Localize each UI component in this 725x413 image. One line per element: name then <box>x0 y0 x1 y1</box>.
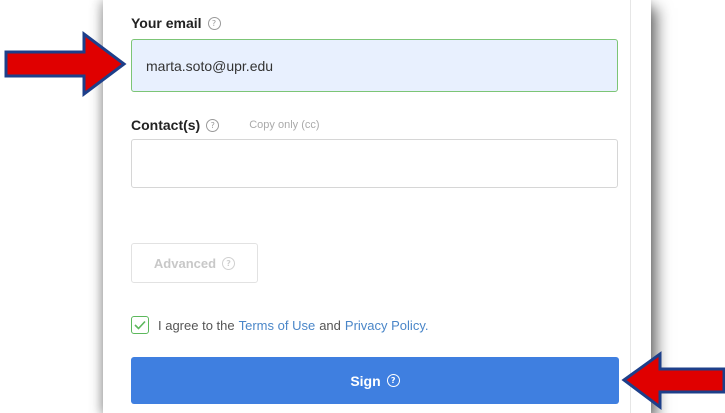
cc-hint: Copy only (cc) <box>249 119 320 131</box>
sign-button[interactable]: Sign ? <box>131 357 619 404</box>
sign-button-label: Sign <box>350 372 381 389</box>
email-label-row: Your email ? <box>131 15 221 31</box>
annotation-arrow-left-icon <box>621 351 725 410</box>
email-label: Your email <box>131 15 202 31</box>
email-input[interactable]: marta.soto@upr.edu <box>131 39 618 92</box>
annotation-arrow-right-icon <box>4 31 127 97</box>
agree-prefix: I agree to the <box>158 317 235 333</box>
terms-of-use-link[interactable]: Terms of Use <box>239 318 316 333</box>
check-icon <box>134 320 146 330</box>
agree-conjunction: and <box>319 317 341 333</box>
advanced-button-label: Advanced <box>153 255 217 271</box>
agree-checkbox[interactable] <box>131 316 149 334</box>
contacts-label: Contact(s) <box>131 117 201 133</box>
privacy-policy-link[interactable]: Privacy Policy. <box>345 318 429 333</box>
help-icon: ? <box>222 256 236 270</box>
agreement-row: I agree to the Terms of Use and Privacy … <box>131 316 432 334</box>
screen: Your email ? marta.soto@upr.edu Contact(… <box>0 0 725 413</box>
email-input-value: marta.soto@upr.edu <box>146 57 274 74</box>
help-icon[interactable]: ? <box>206 118 220 132</box>
help-icon[interactable]: ? <box>207 16 221 30</box>
contacts-label-row: Contact(s) ? Copy only (cc) <box>131 117 320 133</box>
help-icon: ? <box>386 374 400 387</box>
contacts-input[interactable] <box>131 139 618 188</box>
advanced-button[interactable]: Advanced ? <box>131 243 258 283</box>
